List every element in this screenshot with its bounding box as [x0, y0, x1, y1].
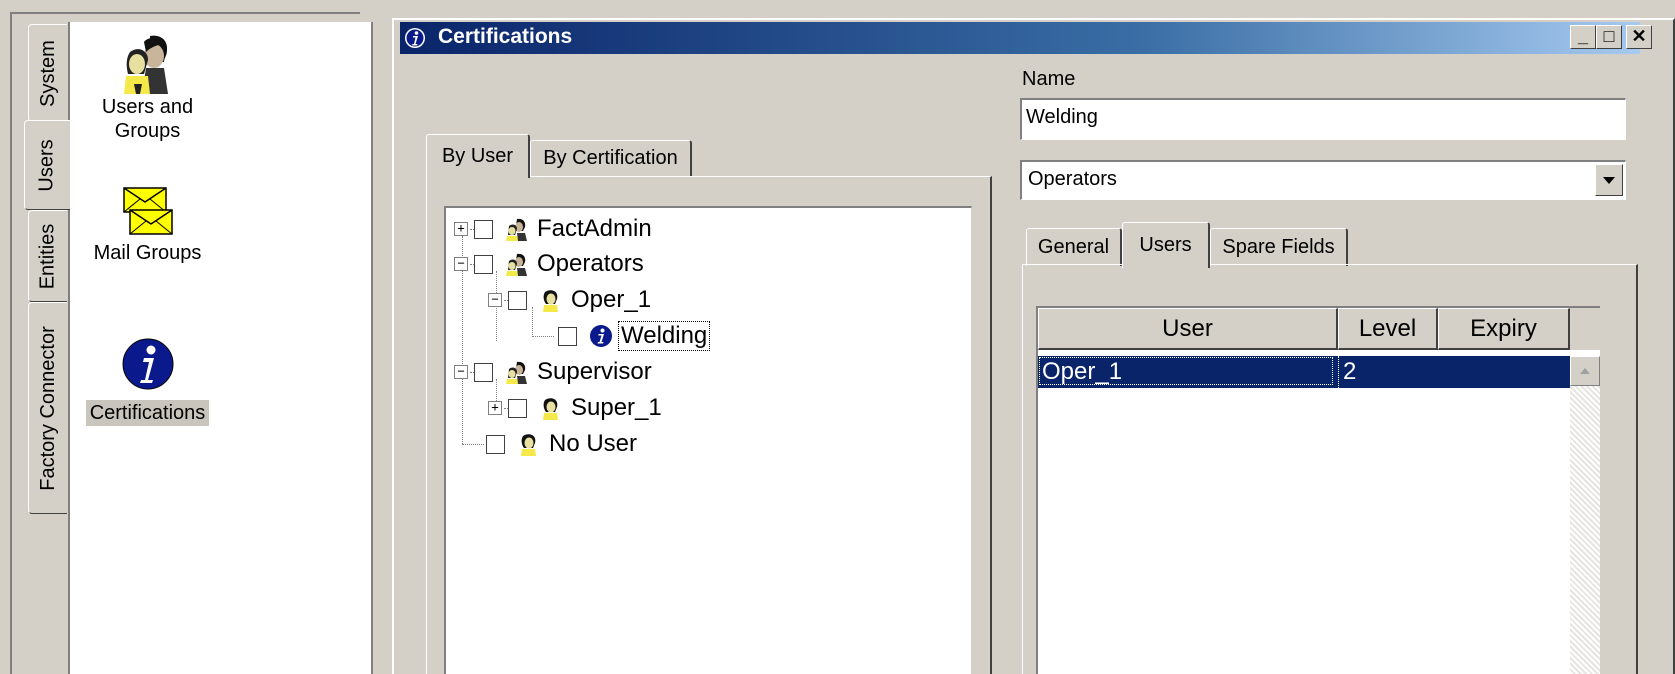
- tab-general-label: General: [1037, 236, 1110, 258]
- tree-checkbox[interactable]: [508, 290, 527, 310]
- tree-node-super-1[interactable]: + Super_1: [488, 391, 662, 425]
- tree-node-label: Oper_1: [571, 286, 652, 313]
- group-icon: [506, 253, 527, 276]
- collapse-icon[interactable]: −: [454, 257, 468, 271]
- tab-entities[interactable]: Entities: [28, 210, 67, 302]
- tree-checkbox[interactable]: [558, 326, 577, 346]
- expand-icon[interactable]: +: [454, 222, 468, 236]
- cell-user[interactable]: Oper_1: [1038, 356, 1334, 386]
- window-title: Certifications: [438, 25, 573, 48]
- tree-node-label: FactAdmin: [537, 215, 652, 242]
- user-group-icon: [123, 35, 168, 94]
- tree-checkbox[interactable]: [508, 398, 527, 418]
- scroll-up-button[interactable]: [1570, 356, 1600, 386]
- chevron-down-icon: [1603, 177, 1615, 184]
- group-select[interactable]: Operators: [1020, 160, 1626, 200]
- tree-node-welding[interactable]: Welding: [558, 319, 711, 353]
- nav-item-users-and-groups[interactable]: Users and Groups: [80, 32, 215, 144]
- name-label: Name: [1022, 68, 1076, 90]
- group-icon: [506, 218, 527, 241]
- tree-node-oper-1[interactable]: − Oper_1: [488, 283, 651, 317]
- tree-node-operators[interactable]: − Operators: [454, 247, 644, 281]
- column-header-expiry[interactable]: Expiry: [1438, 308, 1570, 350]
- table-row[interactable]: Oper_1 2: [1038, 356, 1570, 388]
- tab-system-label: System: [36, 39, 59, 107]
- tree-node-label: No User: [549, 430, 638, 457]
- tab-spare-fields[interactable]: Spare Fields: [1210, 228, 1348, 266]
- tree-node-supervisor[interactable]: − Supervisor: [454, 355, 652, 389]
- info-icon: [590, 325, 612, 347]
- tab-users[interactable]: Users: [24, 120, 70, 210]
- tab-users-detail[interactable]: Users: [1122, 222, 1210, 268]
- nav-item-mail-groups-label: Mail Groups: [93, 242, 202, 264]
- nav-item-certifications[interactable]: Certifications: [80, 336, 215, 426]
- tree-node-label: Supervisor: [537, 358, 652, 385]
- expand-icon[interactable]: +: [488, 401, 502, 415]
- minimize-button[interactable]: _: [1570, 25, 1596, 49]
- tree-node-label: Operators: [537, 250, 644, 277]
- tree-line: [532, 336, 554, 337]
- tab-system[interactable]: System: [28, 24, 67, 122]
- tab-general[interactable]: General: [1026, 228, 1122, 266]
- collapse-icon[interactable]: −: [454, 365, 468, 379]
- nav-scroll-edge: [372, 22, 384, 674]
- tree-line: [462, 444, 484, 445]
- chevron-up-icon: [1580, 368, 1590, 374]
- users-grid[interactable]: User Level Expiry Oper_1 2: [1036, 306, 1600, 674]
- column-header-user[interactable]: User: [1038, 308, 1338, 350]
- grid-header-filler: [1570, 308, 1600, 350]
- nav-item-users-and-groups-label-1: Users and: [101, 96, 194, 118]
- tab-factory-connector-label: Factory Connector: [36, 325, 59, 491]
- vertical-scrollbar[interactable]: [1570, 356, 1600, 674]
- group-icon: [506, 361, 527, 384]
- tab-by-user[interactable]: By User: [426, 134, 530, 178]
- tree-node-label: Super_1: [571, 394, 662, 421]
- tab-entities-label: Entities: [36, 223, 59, 289]
- tree-node-label: Welding: [617, 321, 711, 351]
- name-field-value: Welding: [1026, 106, 1098, 128]
- tab-by-user-label: By User: [441, 145, 514, 167]
- name-field[interactable]: Welding: [1020, 98, 1626, 140]
- tab-spare-fields-label: Spare Fields: [1222, 236, 1335, 258]
- tree-node-factadmin[interactable]: + FactAdmin: [454, 212, 652, 246]
- collapse-icon[interactable]: −: [488, 293, 502, 307]
- nav-item-mail-groups[interactable]: Mail Groups: [80, 184, 215, 266]
- tab-by-certification[interactable]: By Certification: [530, 140, 692, 176]
- cell-level[interactable]: 2: [1338, 356, 1434, 388]
- user-icon: [543, 290, 558, 312]
- column-header-level[interactable]: Level: [1338, 308, 1438, 350]
- tree-checkbox[interactable]: [474, 219, 493, 239]
- info-icon: [122, 338, 173, 390]
- tree-checkbox[interactable]: [474, 362, 493, 382]
- tab-by-certification-label: By Certification: [543, 147, 678, 169]
- nav-item-certifications-label: Certifications: [85, 400, 210, 426]
- close-button[interactable]: ✕: [1626, 25, 1652, 49]
- tree-node-no-user[interactable]: No User: [486, 427, 637, 461]
- tab-users-detail-label: Users: [1139, 234, 1192, 256]
- tree-checkbox[interactable]: [486, 434, 505, 454]
- tab-users-label: Users: [36, 138, 59, 192]
- user-icon: [521, 434, 536, 456]
- dropdown-arrow-button[interactable]: [1595, 164, 1623, 196]
- maximize-button[interactable]: □: [1596, 25, 1622, 49]
- title-info-icon: [405, 28, 425, 48]
- group-select-value: Operators: [1028, 168, 1117, 190]
- tab-factory-connector[interactable]: Factory Connector: [28, 302, 67, 514]
- window-titlebar[interactable]: Certifications _ □ ✕: [400, 22, 1652, 54]
- mail-groups-icon: [122, 187, 173, 235]
- user-icon: [543, 398, 558, 420]
- tree-checkbox[interactable]: [474, 254, 493, 274]
- nav-item-users-and-groups-label-2: Groups: [114, 120, 181, 142]
